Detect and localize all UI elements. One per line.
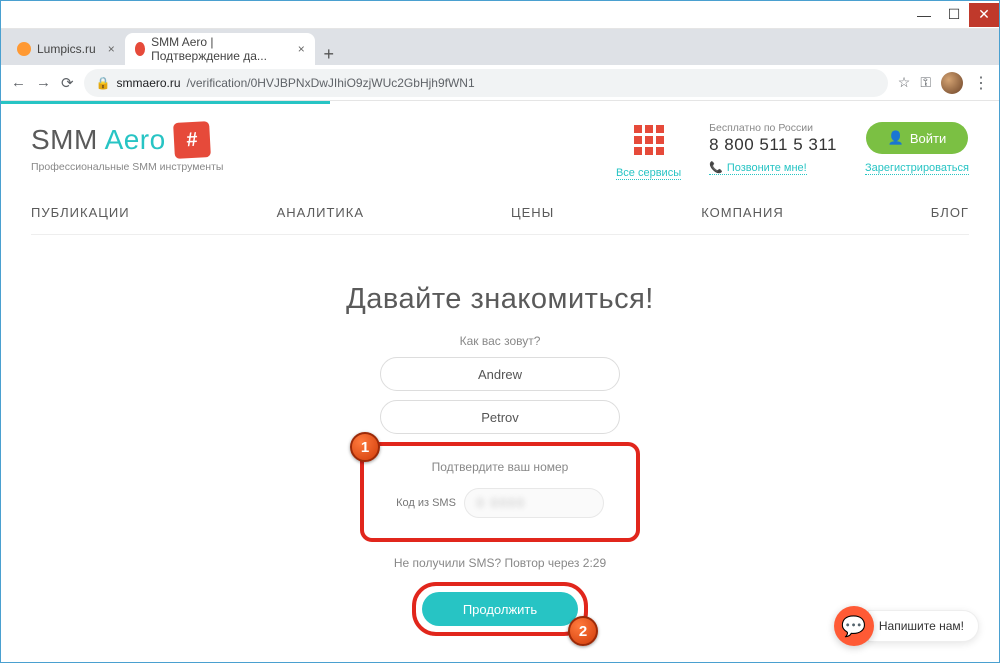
window-close-button[interactable]: ✕ <box>969 3 999 27</box>
favicon-icon <box>17 42 31 56</box>
tagline: Профессиональные SMM инструменты <box>31 161 588 173</box>
tab-title: Lumpics.ru <box>37 42 96 56</box>
chat-widget[interactable]: 💬 Напишите нам! <box>834 606 979 646</box>
sms-repeat-label: Не получили SMS? Повтор через 2:29 <box>31 556 969 570</box>
login-button-label: Войти <box>910 131 946 146</box>
call-me-text: Позвоните мне! <box>727 162 807 174</box>
nav-publications[interactable]: ПУБЛИКАЦИИ <box>31 205 130 220</box>
first-name-input[interactable]: Andrew <box>380 357 620 391</box>
reload-icon[interactable]: ⟳ <box>61 74 74 92</box>
profile-avatar[interactable] <box>941 72 963 94</box>
tab-close-icon[interactable]: × <box>298 42 305 56</box>
browser-tabstrip: Lumpics.ru × SMM Aero | Подтверждение да… <box>1 29 999 65</box>
annotation-badge-1: 1 <box>350 432 380 462</box>
register-link[interactable]: Зарегистрироваться <box>865 162 969 175</box>
tab-title: SMM Aero | Подтверждение да... <box>151 35 286 63</box>
form-question: Как вас зовут? <box>31 334 969 348</box>
site-header: SMM Aero # Профессиональные SMM инструме… <box>31 122 969 181</box>
verify-phone-section: 1 Подтвердите ваш номер Код из SMS 0 000… <box>360 442 640 542</box>
hash-icon: # <box>173 121 211 159</box>
bookmark-icon[interactable]: ☆ <box>898 74 911 91</box>
window-titlebar: — ☐ ✕ <box>1 1 999 29</box>
logo[interactable]: SMM Aero # <box>31 122 588 158</box>
chat-icon[interactable]: 💬 <box>834 606 874 646</box>
annotation-badge-2: 2 <box>568 616 598 646</box>
all-services-link[interactable]: Все сервисы <box>616 167 681 180</box>
sms-code-value: 0 0000 <box>477 496 526 510</box>
lock-icon: 🔒 <box>96 76 111 90</box>
grid-icon <box>634 125 664 155</box>
url-domain: smmaero.ru <box>117 76 181 90</box>
sms-code-label: Код из SMS <box>396 497 456 509</box>
user-icon: 👤 <box>888 130 904 146</box>
phone-free-label: Бесплатно по России <box>709 122 837 134</box>
back-icon[interactable]: ← <box>11 74 26 91</box>
forward-icon[interactable]: → <box>36 74 51 91</box>
auth-block: 👤 Войти Зарегистрироваться <box>865 122 969 175</box>
phone-block: Бесплатно по России 8 800 511 5 311 📞 По… <box>709 122 837 176</box>
nav-prices[interactable]: ЦЕНЫ <box>511 205 554 220</box>
main-nav: ПУБЛИКАЦИИ АНАЛИТИКА ЦЕНЫ КОМПАНИЯ БЛОГ <box>31 205 969 235</box>
brand-block: SMM Aero # Профессиональные SMM инструме… <box>31 122 588 173</box>
nav-analytics[interactable]: АНАЛИТИКА <box>277 205 364 220</box>
nav-company[interactable]: КОМПАНИЯ <box>701 205 784 220</box>
window-maximize-button[interactable]: ☐ <box>939 3 969 27</box>
browser-menu-icon[interactable]: ⋮ <box>973 73 989 93</box>
address-bar[interactable]: 🔒 smmaero.ru /verification/0HVJBPNxDwJIh… <box>84 69 888 97</box>
continue-highlight: Продолжить 2 <box>412 582 588 636</box>
sms-code-input[interactable]: 0 0000 <box>464 488 604 518</box>
url-path: /verification/0HVJBPNxDwJIhiO9zjWUc2GbHj… <box>187 76 475 90</box>
browser-tab-lumpics[interactable]: Lumpics.ru × <box>7 33 125 65</box>
phone-icon: 📞 <box>709 161 723 174</box>
favicon-icon <box>135 42 145 56</box>
browser-tab-smmaero[interactable]: SMM Aero | Подтверждение да... × <box>125 33 315 65</box>
call-me-link[interactable]: 📞 Позвоните мне! <box>709 161 807 175</box>
sms-row: Код из SMS 0 0000 <box>382 488 618 518</box>
first-name-value: Andrew <box>478 367 522 382</box>
tab-close-icon[interactable]: × <box>108 42 115 56</box>
logo-text: SMM Aero <box>31 124 166 156</box>
nav-blog[interactable]: БЛОГ <box>931 205 969 220</box>
new-tab-button[interactable]: + <box>315 44 343 65</box>
continue-button[interactable]: Продолжить <box>422 592 578 626</box>
chat-label: Напишите нам! <box>868 610 979 642</box>
last-name-value: Petrov <box>481 410 519 425</box>
key-icon[interactable]: ⚿ <box>920 74 931 91</box>
login-button[interactable]: 👤 Войти <box>866 122 969 154</box>
phone-number[interactable]: 8 800 511 5 311 <box>709 135 837 155</box>
all-services-block[interactable]: Все сервисы <box>616 122 681 181</box>
last-name-input[interactable]: Petrov <box>380 400 620 434</box>
verification-form: Давайте знакомиться! Как вас зовут? Andr… <box>31 283 969 636</box>
verify-phone-label: Подтвердите ваш номер <box>382 460 618 474</box>
window-minimize-button[interactable]: — <box>909 3 939 27</box>
browser-toolbar: ← → ⟳ 🔒 smmaero.ru /verification/0HVJBPN… <box>1 65 999 101</box>
page-content: SMM Aero # Профессиональные SMM инструме… <box>1 104 999 662</box>
form-heading: Давайте знакомиться! <box>31 283 969 316</box>
